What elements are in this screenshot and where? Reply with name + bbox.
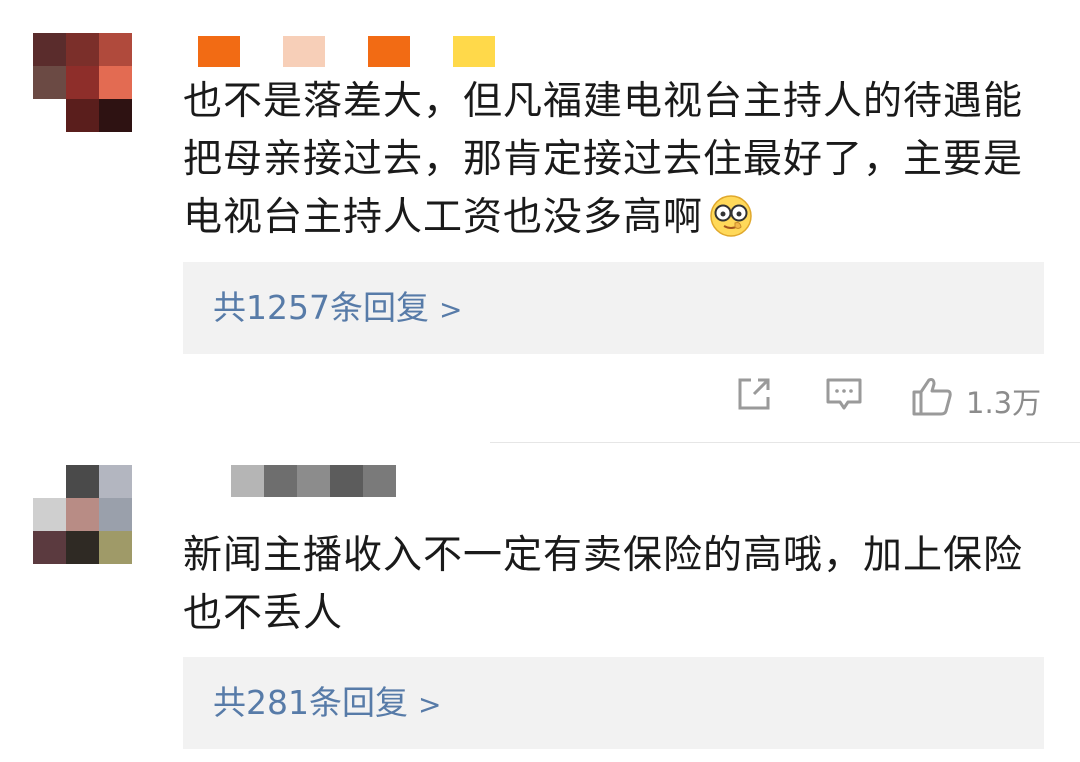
mosaic-pixel <box>231 465 264 497</box>
mosaic-pixel <box>33 465 66 498</box>
comment-text: 新闻主播收入不一定有卖保险的高哦，加上保险也不丢人 <box>183 527 1053 643</box>
replies-count-label: 共281条回复 <box>213 683 408 722</box>
mosaic-pixel <box>452 36 495 67</box>
mosaic-pixel <box>99 99 132 132</box>
mosaic-pixel <box>410 36 453 67</box>
mosaic-pixel <box>99 465 132 498</box>
comment-actions: 1.3万 <box>730 374 1050 424</box>
mosaic-pixel <box>330 465 363 497</box>
mosaic-pixel <box>66 465 99 498</box>
mosaic-pixel <box>367 36 411 67</box>
mosaic-pixel <box>99 33 132 66</box>
mosaic-pixel <box>325 36 368 67</box>
mosaic-pixel <box>66 531 99 564</box>
mosaic-pixel <box>99 531 132 564</box>
mosaic-pixel <box>66 99 99 132</box>
comment-text: 也不是落差大，但凡福建电视台主持人的待遇能把母亲接过去，那肯定接过去住最好了，主… <box>183 73 1053 247</box>
like-count: 1.3万 <box>966 386 1042 420</box>
mosaic-pixel <box>33 99 66 132</box>
mosaic-pixel <box>99 498 132 531</box>
view-replies-button[interactable]: 共1257条回复 > <box>183 262 1044 354</box>
chevron-right-icon: > <box>438 293 463 326</box>
username-pixelated[interactable] <box>198 36 495 67</box>
thumbs-up-icon[interactable] <box>910 374 954 418</box>
mosaic-pixel <box>198 36 241 67</box>
comment-body: 也不是落差大，但凡福建电视台主持人的待遇能把母亲接过去，那肯定接过去住最好了，主… <box>183 79 1024 240</box>
username-pixelated[interactable] <box>231 465 396 497</box>
comment-body: 新闻主播收入不一定有卖保险的高哦，加上保险也不丢人 <box>183 533 1024 636</box>
mosaic-pixel <box>33 66 66 99</box>
mosaic-pixel <box>297 465 330 497</box>
replies-count-label: 共1257条回复 <box>213 288 429 327</box>
chevron-right-icon: > <box>418 688 442 721</box>
mosaic-pixel <box>33 33 66 66</box>
mosaic-pixel <box>264 465 297 497</box>
share-icon[interactable] <box>734 374 774 414</box>
comment-icon[interactable] <box>824 374 864 414</box>
nerd-glasses-emoji <box>710 195 752 237</box>
mosaic-pixel <box>33 498 66 531</box>
mosaic-pixel <box>33 531 66 564</box>
mosaic-pixel <box>240 36 283 67</box>
mosaic-pixel <box>282 36 326 67</box>
mosaic-pixel <box>66 66 99 99</box>
mosaic-pixel <box>99 66 132 99</box>
mosaic-pixel <box>66 498 99 531</box>
avatar[interactable] <box>33 465 132 564</box>
divider <box>490 442 1080 443</box>
mosaic-pixel <box>363 465 396 497</box>
mosaic-pixel <box>66 33 99 66</box>
avatar[interactable] <box>33 33 132 132</box>
view-replies-button[interactable]: 共281条回复 > <box>183 657 1044 749</box>
